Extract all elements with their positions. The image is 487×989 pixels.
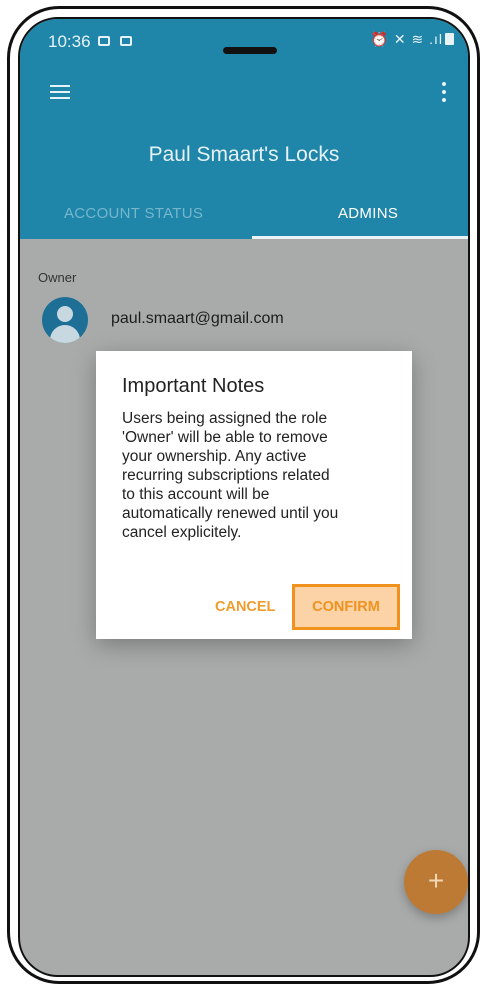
status-bar: 10:36 ⏰ ✕ ≋ .ıl <box>20 19 468 59</box>
camera-notch <box>223 47 277 54</box>
tab-indicator <box>252 236 468 239</box>
owner-section-label: Owner <box>38 270 77 285</box>
tab-admins[interactable]: ADMINS <box>338 205 398 222</box>
dialog-message-line: cancel explicitely. <box>122 524 242 541</box>
cancel-button[interactable]: CANCEL <box>215 599 275 615</box>
phone-side-button <box>7 140 10 210</box>
phone-screen: 10:36 ⏰ ✕ ≋ .ıl Paul Smaart's Locks ACCO… <box>18 17 470 977</box>
status-time: 10:36 <box>48 32 91 51</box>
dialog-message-line: automatically renewed until you <box>122 505 339 522</box>
owner-email[interactable]: paul.smaart@gmail.com <box>111 310 284 328</box>
avatar <box>42 297 88 343</box>
app-bar: 10:36 ⏰ ✕ ≋ .ıl Paul Smaart's Locks ACCO… <box>20 19 468 239</box>
dialog-message-line: your ownership. Any active <box>122 448 307 465</box>
important-notes-dialog: Important Notes Users being assigned the… <box>96 351 412 639</box>
tab-account-status[interactable]: ACCOUNT STATUS <box>64 205 203 222</box>
more-options-icon[interactable] <box>442 82 446 102</box>
status-icons: ⏰ ✕ ≋ .ıl <box>371 31 454 48</box>
dialog-message: Users being assigned the role 'Owner' wi… <box>122 409 392 542</box>
dialog-message-line: to this account will be <box>122 486 270 503</box>
page-title: Paul Smaart's Locks <box>148 143 340 166</box>
person-icon <box>57 306 73 322</box>
dialog-message-line: recurring subscriptions related <box>122 467 330 484</box>
dialog-message-line: 'Owner' will be able to remove <box>122 429 328 446</box>
battery-icon <box>445 33 454 45</box>
confirm-button[interactable]: CONFIRM <box>292 584 400 630</box>
gallery-icon <box>98 36 110 46</box>
add-admin-button[interactable]: + <box>404 850 468 914</box>
signal-icons: ⏰ ✕ ≋ .ıl <box>370 31 443 47</box>
dialog-message-line: Users being assigned the role <box>122 410 328 427</box>
menu-icon[interactable] <box>50 85 70 99</box>
dialog-title: Important Notes <box>122 375 265 397</box>
phone-side-button <box>7 230 10 300</box>
notification-icon <box>120 36 132 46</box>
